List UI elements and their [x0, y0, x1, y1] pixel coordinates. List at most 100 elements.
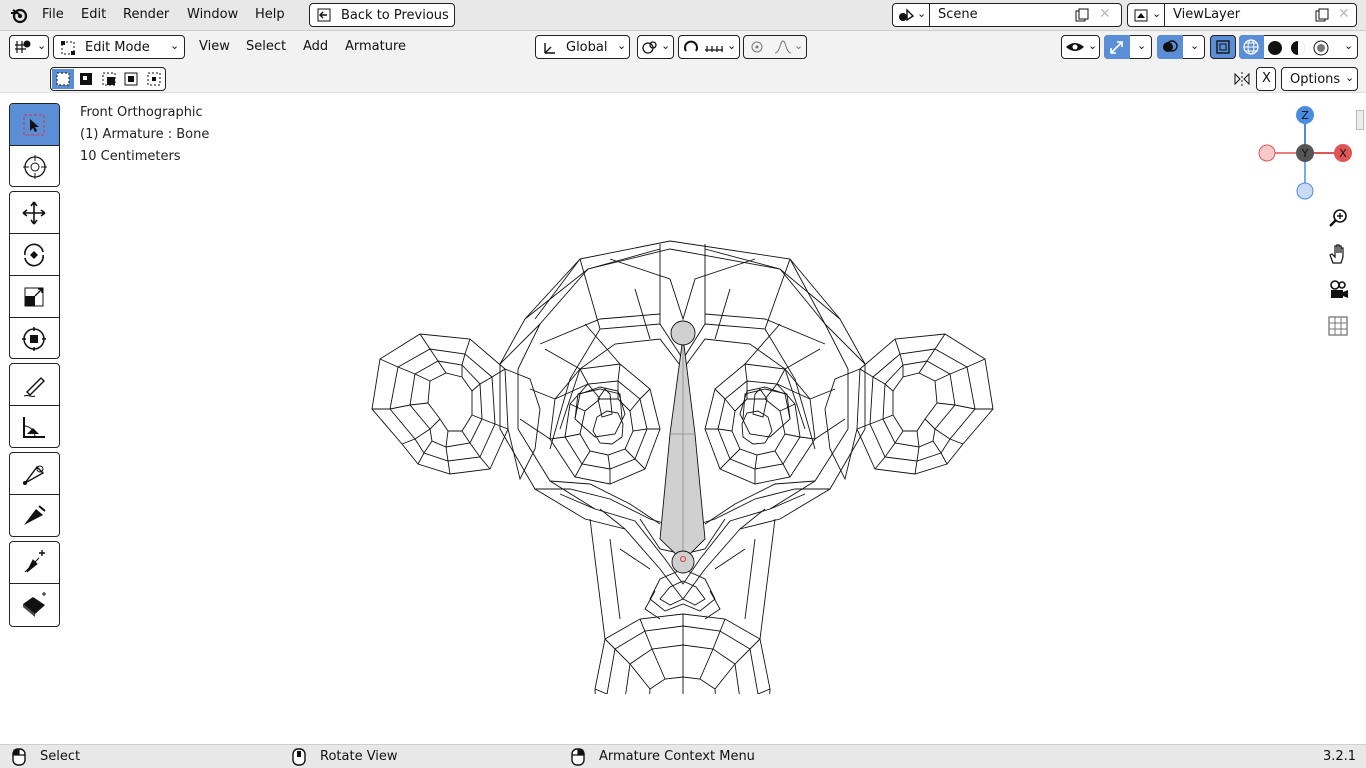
- select-invert-icon[interactable]: [123, 71, 139, 87]
- mode-label: Edit Mode: [85, 40, 150, 55]
- overlays-dropdown[interactable]: ⌄: [1157, 35, 1205, 59]
- object-info: (1) Armature : Bone: [80, 127, 210, 142]
- cursor-icon: [23, 155, 47, 179]
- xray-toggle[interactable]: [1210, 35, 1236, 59]
- gizmo-neg-x-icon: [1258, 144, 1276, 162]
- menu-view[interactable]: View: [199, 39, 230, 54]
- snap-increment-icon[interactable]: [704, 40, 724, 54]
- transform-tool[interactable]: [10, 317, 59, 359]
- back-to-previous-button[interactable]: Back to Previous: [309, 3, 455, 27]
- shading-mode-group[interactable]: ⌄: [1239, 35, 1358, 59]
- gizmo-x-label: X: [1339, 147, 1347, 160]
- move-tool[interactable]: [10, 192, 59, 233]
- falloff-curve-icon[interactable]: [774, 39, 792, 55]
- proportional-editing-group[interactable]: ⌄: [743, 35, 807, 59]
- overlays-toggle-icon[interactable]: [1157, 35, 1183, 59]
- solid-shading-icon[interactable]: [1266, 39, 1284, 57]
- menu-help[interactable]: Help: [255, 7, 285, 22]
- extrude-tool[interactable]: [10, 542, 59, 583]
- blender-logo-icon[interactable]: [8, 4, 30, 26]
- 3d-viewport[interactable]: Front Orthographic (1) Armature : Bone 1…: [0, 94, 1366, 744]
- scale-info: 10 Centimeters: [80, 149, 181, 164]
- measure-tool[interactable]: [10, 405, 59, 447]
- wireframe-shading-icon[interactable]: [1239, 35, 1264, 59]
- menu-edit[interactable]: Edit: [81, 7, 106, 22]
- menu-file[interactable]: File: [42, 7, 64, 22]
- menu-select[interactable]: Select: [246, 39, 286, 54]
- proportional-editing-icon[interactable]: [748, 39, 766, 55]
- status-context-menu: Armature Context Menu: [599, 749, 755, 764]
- options-label: Options: [1290, 72, 1341, 87]
- annotate-tool[interactable]: [10, 364, 59, 405]
- pivot-icon: [642, 41, 657, 54]
- select-intersect-icon[interactable]: [146, 71, 162, 87]
- select-box-icon: [23, 114, 45, 136]
- roll-tool[interactable]: [10, 453, 59, 494]
- scene-close-icon[interactable]: ✕: [1099, 6, 1111, 22]
- editor-type-dropdown[interactable]: ⌄: [9, 35, 49, 59]
- navigation-gizmo[interactable]: Z X Y: [1252, 102, 1358, 204]
- mode-dropdown[interactable]: Edit Mode ⌄: [53, 35, 185, 59]
- gizmo-toggle-icon[interactable]: [1104, 35, 1130, 59]
- bone-envelope-tool[interactable]: [10, 494, 59, 536]
- zoom-icon[interactable]: [1327, 207, 1349, 229]
- viewport-scrollbar[interactable]: [1356, 110, 1364, 130]
- select-extend-icon[interactable]: [78, 71, 94, 87]
- transform-orientation-dropdown[interactable]: Global ⌄: [535, 35, 630, 59]
- tool-group-transform: [9, 191, 60, 359]
- chevron-down-icon: ⌄: [1137, 39, 1147, 52]
- tool-settings-header: X Options ⌄: [0, 63, 1366, 93]
- mouse-middle-icon: [292, 748, 306, 766]
- cursor-tool[interactable]: [10, 145, 59, 186]
- snapping-group[interactable]: ⌄: [678, 35, 740, 59]
- mirror-x-button[interactable]: X: [1256, 67, 1276, 91]
- menu-render[interactable]: Render: [123, 7, 169, 22]
- menu-add[interactable]: Add: [303, 39, 328, 54]
- viewlayer-copy-icon[interactable]: [1314, 7, 1332, 23]
- menu-window[interactable]: Window: [187, 7, 238, 22]
- camera-view-icon[interactable]: [1327, 279, 1349, 301]
- options-dropdown[interactable]: Options ⌄: [1281, 67, 1358, 91]
- suzanne-wireframe-mesh: [371, 240, 994, 694]
- status-select: Select: [40, 749, 81, 764]
- select-new-icon[interactable]: [52, 69, 74, 89]
- scale-tool[interactable]: [10, 275, 59, 317]
- mirror-options-icon[interactable]: [1233, 70, 1251, 88]
- tool-group-extrude: [9, 541, 60, 627]
- bone-envelope-icon: [24, 505, 46, 525]
- 3d-viewport-icon: [15, 40, 31, 53]
- extrude-cube-tool[interactable]: [10, 583, 59, 626]
- tool-group-select: [9, 103, 60, 187]
- chevron-down-icon: ⌄: [37, 39, 47, 52]
- pivot-point-dropdown[interactable]: ⌄: [637, 35, 674, 59]
- move-icon: [22, 201, 46, 225]
- select-box-tool[interactable]: [10, 104, 59, 145]
- rotate-tool[interactable]: [10, 233, 59, 275]
- top-menu-bar: File Edit Render Window Help Back to Pre…: [0, 0, 1366, 31]
- mouse-left-icon: [12, 748, 26, 766]
- version-label: 3.2.1: [1323, 749, 1357, 764]
- viewlayer-close-icon[interactable]: ✕: [1338, 6, 1350, 22]
- eye-icon: [1066, 43, 1084, 51]
- select-subtract-icon[interactable]: [101, 71, 117, 87]
- chevron-down-icon: ⌄: [794, 39, 804, 52]
- chevron-down-icon: ⌄: [1345, 71, 1355, 84]
- hand-pan-icon[interactable]: [1327, 243, 1349, 265]
- tool-group-bone: [9, 452, 60, 537]
- snap-magnet-icon[interactable]: [682, 39, 700, 55]
- rendered-shading-icon[interactable]: [1312, 39, 1330, 57]
- tool-group-annotate: [9, 363, 60, 448]
- viewlayer-selector[interactable]: ⌄ ViewLayer ✕: [1127, 3, 1357, 27]
- gizmo-dropdown[interactable]: ⌄: [1104, 35, 1152, 59]
- gizmo-neg-z-icon: [1296, 182, 1314, 200]
- scene-copy-icon[interactable]: [1074, 7, 1092, 23]
- grid-view-icon[interactable]: [1327, 315, 1349, 337]
- scene-chevron-icon: ⌄: [917, 7, 927, 20]
- menu-armature[interactable]: Armature: [345, 39, 406, 54]
- visibility-dropdown[interactable]: ⌄: [1061, 35, 1100, 59]
- scene-selector[interactable]: ⌄ Scene ✕: [892, 3, 1122, 27]
- viewport-header: ⌄ Edit Mode ⌄ View Select Add Armature G…: [0, 31, 1366, 63]
- armature-bone[interactable]: [659, 320, 706, 574]
- material-shading-icon[interactable]: [1289, 39, 1307, 57]
- chevron-down-icon: ⌄: [727, 39, 737, 52]
